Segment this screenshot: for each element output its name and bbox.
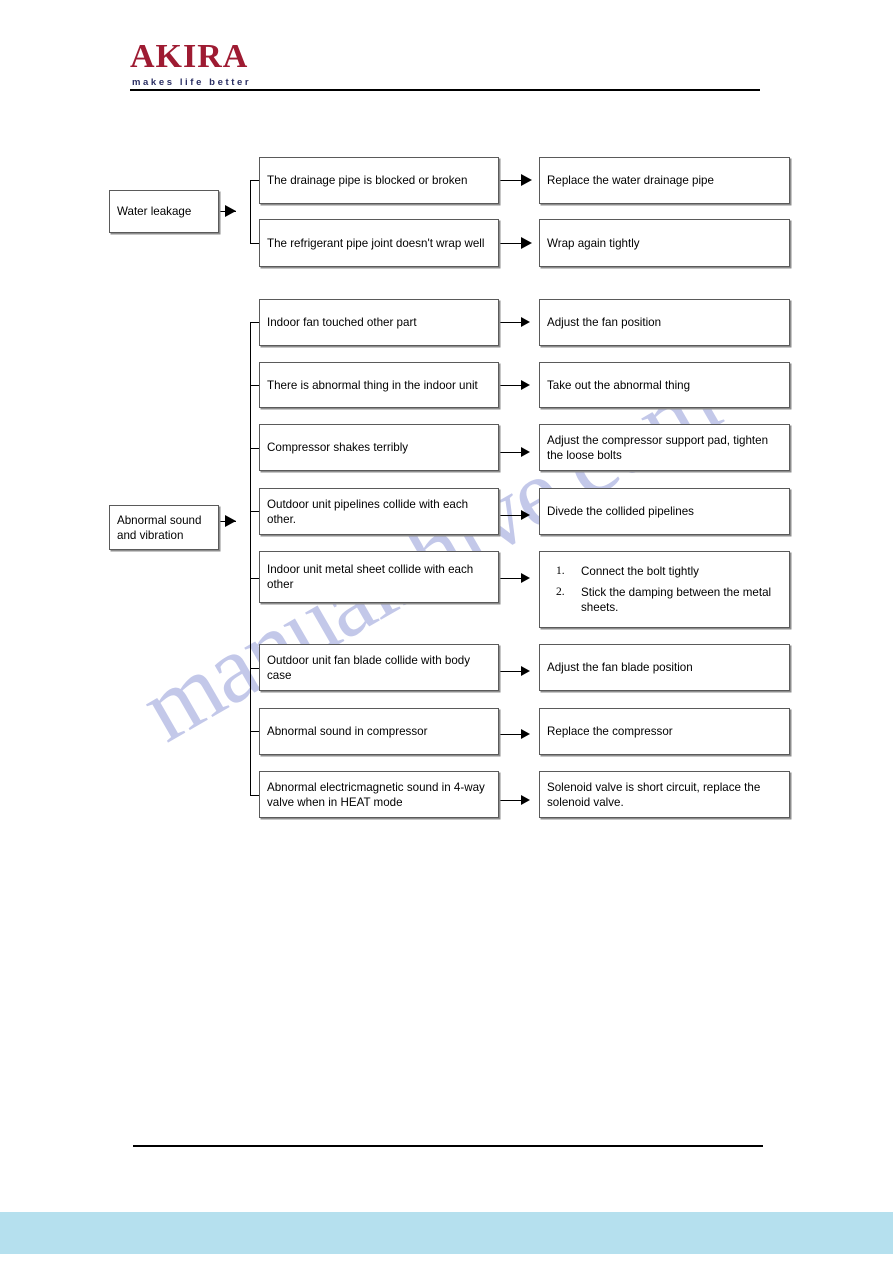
list-item: 2. Stick the damping between the metal s… — [556, 585, 783, 615]
arrow-head — [521, 729, 530, 739]
list-item-number: 2. — [556, 586, 565, 598]
cause-label: The refrigerant pipe joint doesn't wrap … — [267, 236, 485, 250]
cause-node: Indoor unit metal sheet collide with eac… — [259, 551, 499, 603]
solution-label: Take out the abnormal thing — [547, 378, 691, 392]
solution-label: Replace the water drainage pipe — [547, 174, 714, 187]
arrow-head — [521, 666, 530, 676]
cause-label: Indoor unit metal sheet collide with eac… — [267, 563, 474, 591]
arrow-head — [225, 205, 236, 217]
cause-node: The drainage pipe is blocked or broken — [259, 157, 499, 204]
solution-label: Adjust the compressor support pad, tight… — [547, 433, 769, 462]
troubleshooting-flowchart: Water leakage The drainage pipe is block… — [0, 0, 893, 1263]
cause-label: Abnormal sound in compressor — [267, 725, 428, 738]
symptom-node-water-leakage: Water leakage — [109, 190, 219, 233]
arrow-head — [521, 795, 530, 805]
arrow-head — [521, 237, 532, 249]
solution-node: Take out the abnormal thing — [539, 362, 790, 408]
cause-label: There is abnormal thing in the indoor un… — [267, 378, 478, 392]
solution-node-list: 1. Connect the bolt tightly 2. Stick the… — [539, 551, 790, 628]
list-item: 1. Connect the bolt tightly — [556, 564, 783, 579]
symptom-label-line1: Abnormal sound — [117, 513, 202, 527]
cause-label: Indoor fan touched other part — [267, 316, 417, 329]
solution-node: Adjust the compressor support pad, tight… — [539, 424, 790, 471]
solution-node: Divede the collided pipelines — [539, 488, 790, 535]
solution-label: Divede the collided pipelines — [547, 505, 694, 518]
symptom-node-abnormal-sound: Abnormal sound and vibration — [109, 505, 219, 550]
list-item-number: 1. — [556, 565, 565, 577]
solution-node: Wrap again tightly — [539, 219, 790, 267]
cause-node: There is abnormal thing in the indoor un… — [259, 362, 499, 408]
cause-node: Outdoor unit fan blade collide with body… — [259, 644, 499, 691]
solution-node: Adjust the fan blade position — [539, 644, 790, 691]
solution-label: Solenoid valve is short circuit, replace… — [547, 780, 761, 809]
cause-label: Abnormal electricmagnetic sound in 4-way… — [267, 780, 485, 809]
arrow-head — [521, 573, 530, 583]
solution-label: Adjust the fan blade position — [547, 661, 693, 674]
cause-node: Abnormal sound in compressor — [259, 708, 499, 755]
symptom-label: Water leakage — [117, 205, 192, 218]
solution-node: Adjust the fan position — [539, 299, 790, 346]
solution-label: Replace the compressor — [547, 725, 673, 738]
cause-node: Compressor shakes terribly — [259, 424, 499, 471]
solution-node: Solenoid valve is short circuit, replace… — [539, 771, 790, 818]
arrow-head — [521, 510, 530, 520]
arrow-head — [521, 447, 530, 457]
solution-label: Adjust the fan position — [547, 316, 662, 329]
page-canvas: AKIRA makes life better manualshive.com … — [0, 0, 893, 1263]
cause-label: Compressor shakes terribly — [267, 441, 409, 454]
arrow-head — [521, 317, 530, 327]
cause-label: Outdoor unit pipelines collide with each… — [267, 497, 469, 526]
solution-node: Replace the compressor — [539, 708, 790, 755]
arrow-head — [521, 174, 532, 186]
cause-node: The refrigerant pipe joint doesn't wrap … — [259, 219, 499, 267]
cause-node: Outdoor unit pipelines collide with each… — [259, 488, 499, 535]
arrow-head — [225, 515, 236, 527]
symptom-label-line2: and vibration — [117, 528, 184, 542]
arrow-head — [521, 380, 530, 390]
cause-node: Indoor fan touched other part — [259, 299, 499, 346]
solution-label: Wrap again tightly — [547, 236, 640, 250]
cause-label: The drainage pipe is blocked or broken — [267, 174, 468, 187]
cause-node: Abnormal electricmagnetic sound in 4-way… — [259, 771, 499, 818]
list-item-text: Connect the bolt tightly — [581, 565, 699, 578]
connector-bracket — [250, 180, 252, 244]
list-item-text: Stick the damping between the metal shee… — [581, 586, 772, 614]
cause-label: Outdoor unit fan blade collide with body… — [267, 653, 471, 682]
connector-bracket — [250, 322, 252, 795]
solution-node: Replace the water drainage pipe — [539, 157, 790, 204]
